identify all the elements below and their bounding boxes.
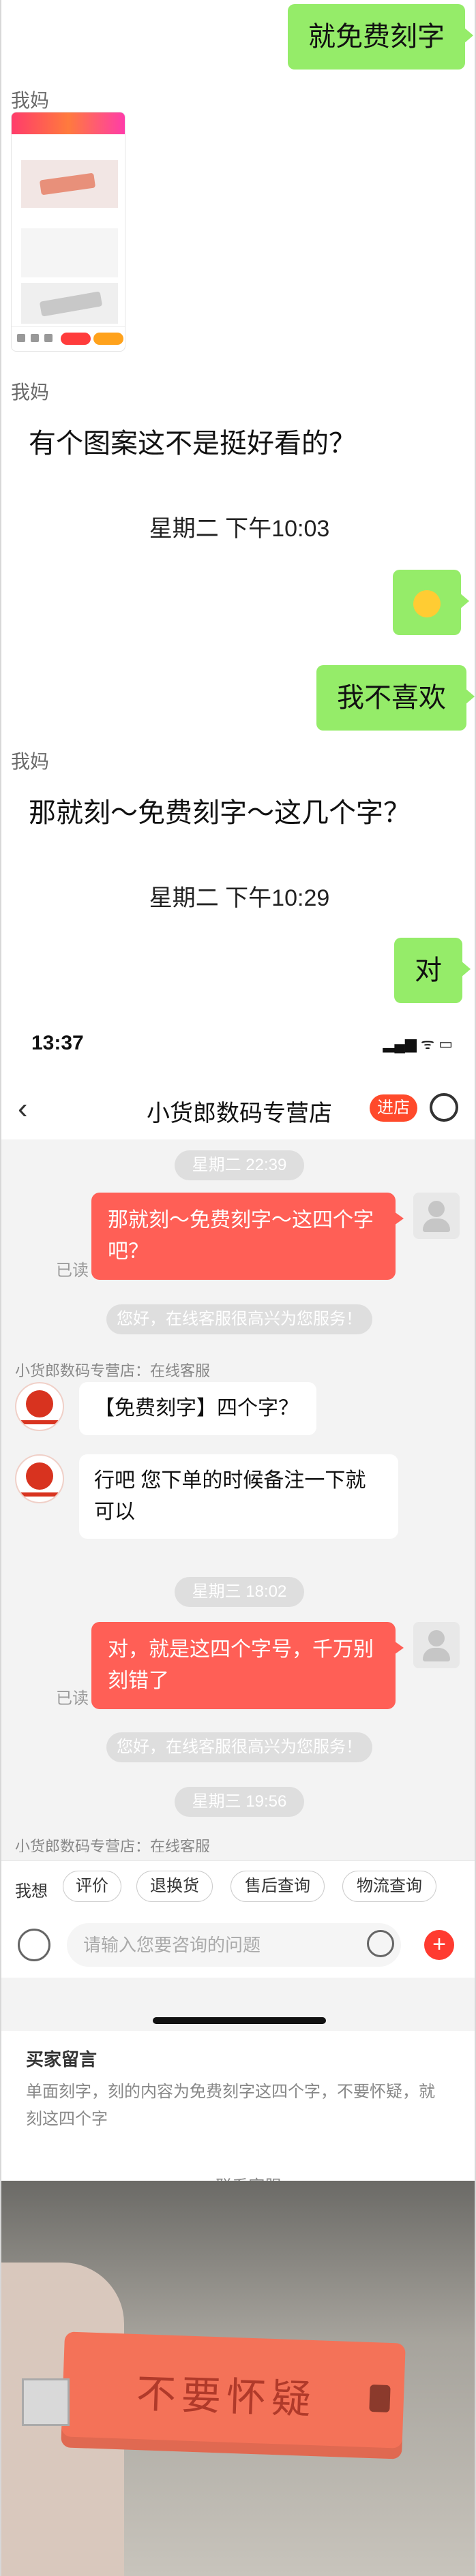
time-divider: 星期三 18:02 — [175, 1577, 304, 1607]
taobao-chat: 13:37 ▂▄▆ ᯤ ▭ ‹ 小货郎数码专营店 进店 星期二 22:39 那就… — [1, 1009, 475, 2201]
quick-reply-review[interactable]: 评价 — [63, 1871, 121, 1902]
my-message-bubble[interactable]: 对 — [394, 938, 471, 1003]
usb-plug — [22, 2378, 70, 2426]
avatar — [413, 1622, 460, 1668]
buyer-note-panel: 买家留言 单面刻字，刻的内容为免费刻字这四个字，不要怀疑，就刻这四个字 ⊙ 联系… — [1, 2031, 475, 2201]
time-divider: 星期三 19:56 — [175, 1787, 304, 1817]
home-indicator — [153, 2017, 326, 2024]
read-status: 已读 — [56, 1689, 89, 1708]
time-divider: 星期二 22:39 — [175, 1150, 304, 1180]
shop-avatar — [15, 1454, 64, 1503]
sender-name: 我妈 — [11, 90, 50, 111]
read-status: 已读 — [56, 1261, 89, 1280]
wechat-chat: 就免费刻字 我妈 我妈 有个图案这不是挺好看的？ 星期二 下午10:03 我不喜… — [1, 0, 475, 1009]
chat-timestamp: 星期二 下午10:29 — [149, 885, 330, 911]
my-message-bubble[interactable]: 就免费刻字 — [288, 4, 473, 70]
status-icons: ▂▄▆ ᯤ ▭ — [383, 1035, 453, 1052]
screenshot-frame: 就免费刻字 我妈 我妈 有个图案这不是挺好看的？ 星期二 下午10:03 我不喜… — [0, 0, 476, 2576]
buyer-note-text: 单面刻字，刻的内容为免费刻字这四个字，不要怀疑，就刻这四个字 — [26, 2083, 435, 2128]
enter-store-button[interactable]: 进店 — [370, 1094, 417, 1122]
shop-agent-label: 小货郎数码专营店：在线客服 — [15, 1838, 211, 1852]
mom-message[interactable]: 那就刻～免费刻字～这几个字？ — [29, 791, 411, 830]
shared-product-screenshot[interactable] — [11, 112, 125, 352]
message-input[interactable]: 请输入您要咨询的问题 — [67, 1923, 401, 1967]
usb-photo: 不要怀疑 — [1, 2181, 475, 2576]
thumb-bottom-bar — [12, 326, 125, 351]
usb-drive: 不要怀疑 — [61, 2331, 406, 2459]
status-bar: 13:37 ▂▄▆ ᯤ ▭ — [1, 1009, 475, 1074]
thumb-header — [12, 112, 125, 134]
shop-avatar — [15, 1382, 64, 1431]
user-message-bubble[interactable]: 对，就是这四个字号，千万别刻错了 — [91, 1622, 404, 1709]
quick-reply-return[interactable]: 退换货 — [136, 1871, 213, 1902]
shop-agent-label: 小货郎数码专营店：在线客服 — [15, 1362, 211, 1379]
status-time: 13:37 — [31, 1032, 84, 1054]
shop-message-bubble[interactable]: 【免费刻字】四个字？ — [79, 1382, 316, 1435]
input-bar: 请输入您要咨询的问题 + — [1, 1912, 475, 1978]
buyer-note-title: 买家留言 — [26, 2049, 98, 2070]
chat-timestamp: 星期二 下午10:03 — [149, 516, 330, 542]
welcome-notice: 您好，在线客服很高兴为您服务！ — [106, 1304, 372, 1334]
shop-message-bubble[interactable]: 行吧 您下单的时候备注一下就可以 — [79, 1454, 398, 1539]
engraving-text: 不要怀疑 — [135, 2370, 318, 2423]
quick-label: 我想 — [15, 1882, 48, 1901]
my-emoji-bubble[interactable] — [393, 570, 469, 635]
sender-name: 我妈 — [11, 751, 50, 772]
quick-reply-bar: 我想 评价 退换货 售后查询 物流查询 — [1, 1860, 475, 1912]
keyring-hole — [369, 2384, 391, 2413]
quick-reply-logistics[interactable]: 物流查询 — [342, 1871, 436, 1902]
thumb-product-image — [21, 160, 118, 208]
plus-icon[interactable]: + — [424, 1930, 454, 1960]
thumb-usb-image — [21, 283, 118, 324]
emoji-icon[interactable] — [367, 1930, 394, 1957]
worried-face-icon — [413, 590, 441, 618]
my-message-bubble[interactable]: 我不喜欢 — [316, 665, 475, 731]
chat-header: ‹ 小货郎数码专营店 进店 — [1, 1074, 475, 1139]
welcome-notice: 您好，在线客服很高兴为您服务！ — [106, 1732, 372, 1762]
avatar — [413, 1193, 460, 1239]
sender-name: 我妈 — [11, 382, 50, 403]
quick-reply-aftersale[interactable]: 售后查询 — [230, 1871, 325, 1902]
gear-icon[interactable] — [430, 1093, 458, 1122]
thumb-pattern-image — [21, 228, 118, 277]
user-message-bubble[interactable]: 那就刻～免费刻字～这四个字吧？ — [91, 1193, 404, 1280]
mom-message[interactable]: 有个图案这不是挺好看的？ — [29, 421, 356, 461]
microphone-icon[interactable] — [18, 1929, 50, 1961]
